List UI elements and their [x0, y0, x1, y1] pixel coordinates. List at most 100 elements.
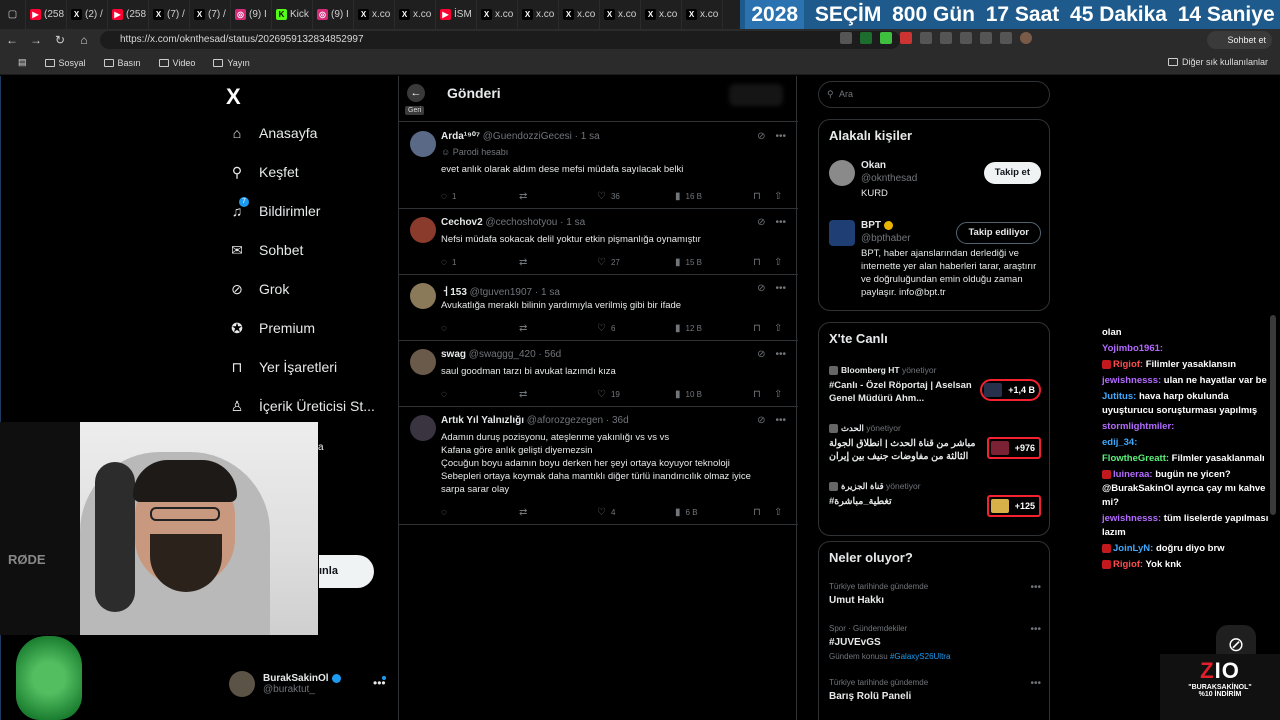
more-icon[interactable]: ••• — [1030, 678, 1041, 689]
more-icon[interactable]: ••• — [775, 283, 786, 294]
bookmark-button[interactable]: ⊓ — [753, 257, 761, 268]
follow-button[interactable]: Takip et — [983, 162, 1041, 184]
bookmark-folder[interactable]: Sosyal — [44, 58, 86, 68]
extension-icon[interactable] — [900, 32, 912, 44]
reply-button[interactable]: ◌ 1 — [441, 191, 456, 202]
browser-tab[interactable]: Xx.co — [600, 0, 641, 29]
trend-item[interactable]: Türkiye tarihinde gündemde Umut Hakkı ••… — [829, 582, 1041, 606]
browser-tab[interactable]: X (7) / — [149, 0, 190, 29]
share-button[interactable]: ⇧ — [774, 323, 782, 334]
author-handle[interactable]: @swaggg_420 — [469, 349, 536, 360]
browser-tab[interactable]: Xx.co — [682, 0, 723, 29]
grok-icon[interactable]: ⊘ — [757, 349, 765, 360]
x-logo[interactable]: X — [226, 84, 241, 110]
related-person[interactable]: Okan @oknthesad KURD Takip et — [829, 160, 1041, 204]
author-name[interactable]: Artık Yıl Yalnızlığı — [441, 415, 524, 426]
bookmarks-menu-icon[interactable]: ▤ — [18, 57, 27, 68]
like-button[interactable]: ♡ 27 — [597, 257, 620, 268]
reply-post[interactable]: ㅓ153 @tguven1907 · 1 sa ⊘ ••• Avukatlığa … — [399, 275, 798, 341]
extension-icon[interactable] — [980, 32, 992, 44]
extension-icon[interactable] — [860, 32, 872, 44]
browser-tab[interactable]: Xx.co — [477, 0, 518, 29]
like-button[interactable]: ♡ 36 — [597, 191, 620, 202]
forward-arrow-icon[interactable]: → — [24, 33, 48, 47]
repost-button[interactable]: ⇄ — [519, 323, 532, 334]
like-button[interactable]: ♡ 19 — [597, 389, 620, 400]
reply-button[interactable]: ◌ — [441, 389, 452, 400]
browser-tab[interactable]: Xx.co — [354, 0, 395, 29]
post-time[interactable]: · 36d — [606, 415, 629, 426]
bookmark-folder[interactable]: Yayın — [213, 58, 250, 68]
post-time[interactable]: · 1 sa — [575, 131, 600, 142]
home-icon[interactable]: ⌂ — [72, 33, 96, 47]
live-item[interactable]: Bloomberg HT yönetiyor #Canlı - Özel Röp… — [829, 365, 1041, 409]
live-listener-count[interactable]: +976 — [986, 437, 1041, 459]
reply-post[interactable]: swag @swaggg_420 · 56d ⊘ ••• saul goodman… — [399, 341, 798, 407]
author-name[interactable]: ㅓ153 — [441, 287, 467, 298]
tab-actions-icon[interactable]: ▢ — [0, 0, 26, 29]
avatar[interactable] — [410, 217, 436, 243]
more-icon[interactable]: ••• — [775, 131, 786, 142]
nav-notifications[interactable]: ♫ 7 Bildirimler — [229, 197, 320, 219]
live-item[interactable]: الحدث yönetiyor مباشر من قناة الحدث | ان… — [829, 423, 1041, 467]
reply-button[interactable]: ◌ — [441, 323, 452, 334]
grok-icon[interactable]: ⊘ — [757, 283, 765, 294]
views-button[interactable]: ▮ 6 B — [675, 507, 698, 518]
profile-avatar-icon[interactable] — [1020, 32, 1032, 44]
bookmark-button[interactable]: ⊓ — [753, 389, 761, 400]
views-button[interactable]: ▮ 12 B — [675, 323, 702, 334]
grok-icon[interactable]: ⊘ — [757, 217, 765, 228]
repost-button[interactable]: ⇄ — [519, 257, 532, 268]
reply-button[interactable]: ◌ — [441, 507, 452, 518]
share-button[interactable]: ⇧ — [774, 389, 782, 400]
account-switcher[interactable]: BurakSakinOl @buraktut_ — [229, 671, 341, 697]
reply-post[interactable]: Arda¹⁹⁰⁷ @GuendozziGecesi · 1 sa ⊘ ••• ☺ … — [399, 123, 798, 209]
extension-icon[interactable] — [840, 32, 852, 44]
reply-post[interactable]: Cechov2 @cechoshotyou · 1 sa ⊘ ••• Nefsi … — [399, 209, 798, 275]
repost-button[interactable]: ⇄ — [519, 191, 532, 202]
more-icon[interactable]: ••• — [775, 217, 786, 228]
browser-tab[interactable]: K Kick — [272, 0, 313, 29]
extension-icon[interactable] — [920, 32, 932, 44]
avatar[interactable] — [410, 415, 436, 441]
live-listener-count[interactable]: +125 — [986, 495, 1041, 517]
author-handle[interactable]: @cechoshotyou — [485, 217, 557, 228]
reply-button[interactable]: ◌ 1 — [441, 257, 456, 268]
author-name[interactable]: Arda¹⁹⁰⁷ — [441, 131, 480, 142]
browser-tab[interactable]: ◎ (9) I — [313, 0, 354, 29]
post-time[interactable]: · 1 sa — [535, 287, 560, 298]
bookmark-folder[interactable]: Video — [158, 58, 195, 68]
views-button[interactable]: ▮ 16 B — [675, 191, 702, 202]
nav-explore[interactable]: ⚲ Keşfet — [229, 164, 299, 181]
extension-icon[interactable] — [1000, 32, 1012, 44]
more-icon[interactable]: ••• — [775, 415, 786, 426]
author-name[interactable]: swag — [441, 349, 466, 360]
grok-icon[interactable]: ⊘ — [757, 131, 765, 142]
search-input[interactable]: ⚲ Ara — [818, 81, 1050, 108]
author-handle[interactable]: @GuendozziGecesi — [483, 131, 572, 142]
back-button[interactable]: ← — [407, 84, 425, 102]
nav-creator-studio[interactable]: ♙ İçerik Üreticisi St... — [229, 398, 375, 415]
more-icon[interactable]: ••• — [775, 349, 786, 360]
reload-icon[interactable]: ↻ — [48, 33, 72, 47]
author-name[interactable]: Cechov2 — [441, 217, 483, 228]
related-person[interactable]: BPT @bpthaber BPT, haber ajanslarından d… — [829, 220, 1041, 306]
nav-home[interactable]: ⌂ Anasayfa — [229, 125, 318, 141]
avatar[interactable] — [410, 131, 436, 157]
extension-icon[interactable] — [880, 32, 892, 44]
nav-chat[interactable]: ✉ Sohbet — [229, 242, 303, 259]
nav-grok[interactable]: ⊘ Grok — [229, 281, 289, 298]
trend-item[interactable]: Türkiye tarihinde gündemde Barış Rolü Pa… — [829, 678, 1041, 702]
post-time[interactable]: · 1 sa — [560, 217, 585, 228]
share-button[interactable]: ⇧ — [774, 507, 782, 518]
bookmark-folder[interactable]: Basın — [103, 58, 141, 68]
views-button[interactable]: ▮ 10 B — [675, 389, 702, 400]
like-button[interactable]: ♡ 6 — [597, 323, 615, 334]
share-button[interactable]: ⇧ — [774, 257, 782, 268]
post-button[interactable]: ınla — [319, 555, 374, 588]
back-arrow-icon[interactable]: ← — [0, 33, 24, 47]
views-button[interactable]: ▮ 15 B — [675, 257, 702, 268]
browser-tab[interactable]: Xx.co — [641, 0, 682, 29]
trend-sub-link[interactable]: #GalaxyS26Ultra — [890, 652, 950, 661]
repost-button[interactable]: ⇄ — [519, 389, 532, 400]
